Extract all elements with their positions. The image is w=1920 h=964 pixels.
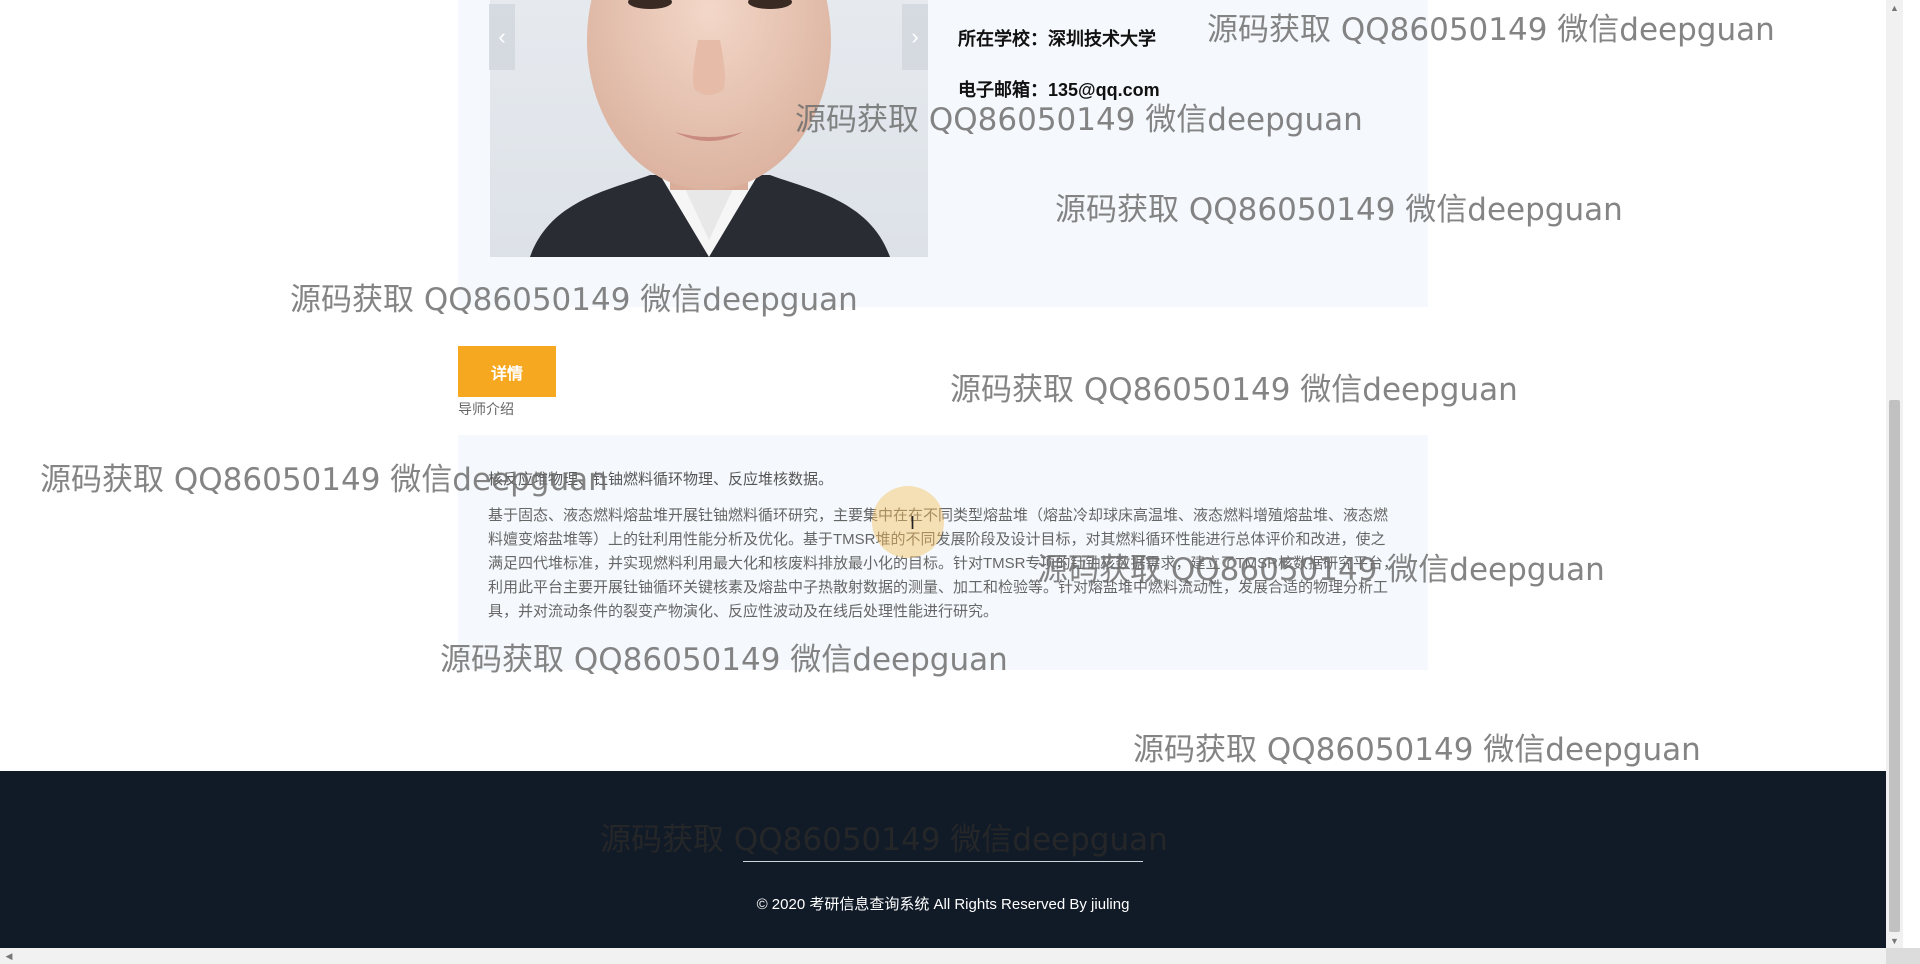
vertical-scroll-thumb[interactable] bbox=[1889, 400, 1900, 932]
scroll-up-icon[interactable]: ▲ bbox=[1886, 0, 1903, 15]
watermark: 源码获取 QQ86050149 微信deepguan bbox=[950, 372, 1518, 408]
section-label: 导师介绍 bbox=[458, 401, 514, 417]
scrollbar-corner bbox=[1886, 948, 1920, 964]
chevron-right-icon: › bbox=[911, 24, 919, 49]
detail-button[interactable]: 详情 bbox=[458, 346, 556, 397]
teacher-email: 电子邮箱：135@qq.com bbox=[958, 80, 1160, 100]
text-cursor-icon: I bbox=[910, 513, 916, 533]
scroll-left-icon[interactable]: ◀ bbox=[2, 948, 16, 964]
window-edge bbox=[1903, 0, 1920, 948]
research-field: 核反应堆物理、钍铀燃料循环物理、反应堆核数据。 bbox=[488, 471, 834, 488]
footer-divider bbox=[743, 861, 1143, 862]
carousel-prev-button[interactable]: ‹ bbox=[489, 4, 515, 70]
watermark: 源码获取 QQ86050149 微信deepguan bbox=[1133, 732, 1701, 768]
chevron-left-icon: ‹ bbox=[498, 24, 506, 49]
horizontal-scrollbar[interactable] bbox=[0, 948, 1886, 964]
scroll-down-icon[interactable]: ▼ bbox=[1886, 933, 1903, 948]
footer bbox=[0, 771, 1886, 948]
footer-copyright: © 2020 考研信息查询系统 All Rights Reserved By j… bbox=[756, 896, 1130, 913]
carousel-next-button[interactable]: › bbox=[902, 4, 928, 70]
teacher-photo bbox=[490, 0, 928, 257]
page: ‹ › 所在学校：深圳技术大学 电子邮箱：135@qq.com 详情 导师介绍 … bbox=[0, 0, 1886, 948]
cursor-highlight bbox=[872, 486, 944, 558]
teacher-school: 所在学校：深圳技术大学 bbox=[958, 29, 1156, 49]
